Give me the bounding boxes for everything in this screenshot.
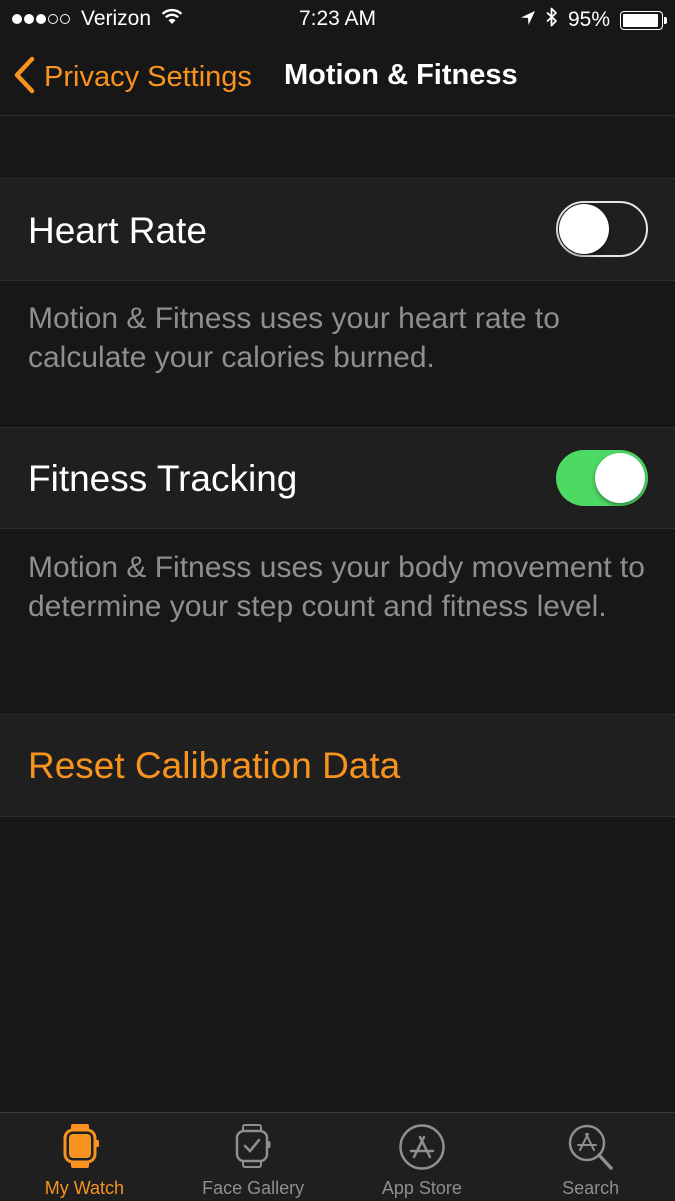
toggle-knob: [559, 204, 609, 254]
heart-rate-label: Heart Rate: [28, 210, 207, 251]
tab-my-watch[interactable]: My Watch: [0, 1113, 169, 1201]
toggle-knob: [595, 453, 645, 503]
navigation-bar: Privacy Settings Motion & Fitness: [0, 38, 675, 116]
tab-label: App Store: [381, 1178, 462, 1198]
page-title: Motion & Fitness: [284, 59, 518, 91]
location-arrow-icon: [520, 8, 536, 32]
chevron-left-icon: [12, 56, 36, 99]
fitness-tracking-row: Fitness Tracking: [0, 427, 675, 529]
fitness-tracking-toggle[interactable]: [556, 450, 648, 506]
app-store-icon: [398, 1123, 446, 1176]
tab-label: Face Gallery: [202, 1178, 305, 1198]
battery-level: [623, 13, 659, 27]
tab-label: My Watch: [44, 1178, 125, 1198]
tab-bar: My Watch Face Gallery App Store Search: [0, 1112, 675, 1201]
search-icon: [567, 1123, 615, 1178]
battery-percent: 95%: [567, 8, 610, 31]
fitness-tracking-label: Fitness Tracking: [28, 458, 298, 499]
battery-icon: [620, 10, 667, 30]
tab-label: Search: [562, 1178, 620, 1198]
watch-icon: [62, 1123, 106, 1174]
tab-face-gallery[interactable]: Face Gallery: [169, 1113, 338, 1201]
reset-calibration-button[interactable]: Reset Calibration Data: [28, 745, 400, 787]
bluetooth-icon: [546, 7, 558, 33]
status-bar: Verizon 7:23 AM 95%: [0, 0, 675, 38]
watch-face-icon: [231, 1123, 275, 1174]
tab-search[interactable]: Search: [506, 1113, 675, 1201]
fitness-tracking-description: Motion & Fitness uses your body movement…: [28, 551, 645, 623]
tab-app-store[interactable]: App Store: [338, 1113, 507, 1201]
back-button[interactable]: Privacy Settings: [12, 56, 252, 99]
back-button-label: Privacy Settings: [44, 61, 252, 93]
status-right: 95%: [510, 7, 667, 33]
heart-rate-row: Heart Rate: [0, 178, 675, 281]
reset-calibration-row[interactable]: Reset Calibration Data: [0, 714, 675, 817]
heart-rate-toggle[interactable]: [556, 201, 648, 257]
heart-rate-description: Motion & Fitness uses your heart rate to…: [28, 302, 560, 374]
